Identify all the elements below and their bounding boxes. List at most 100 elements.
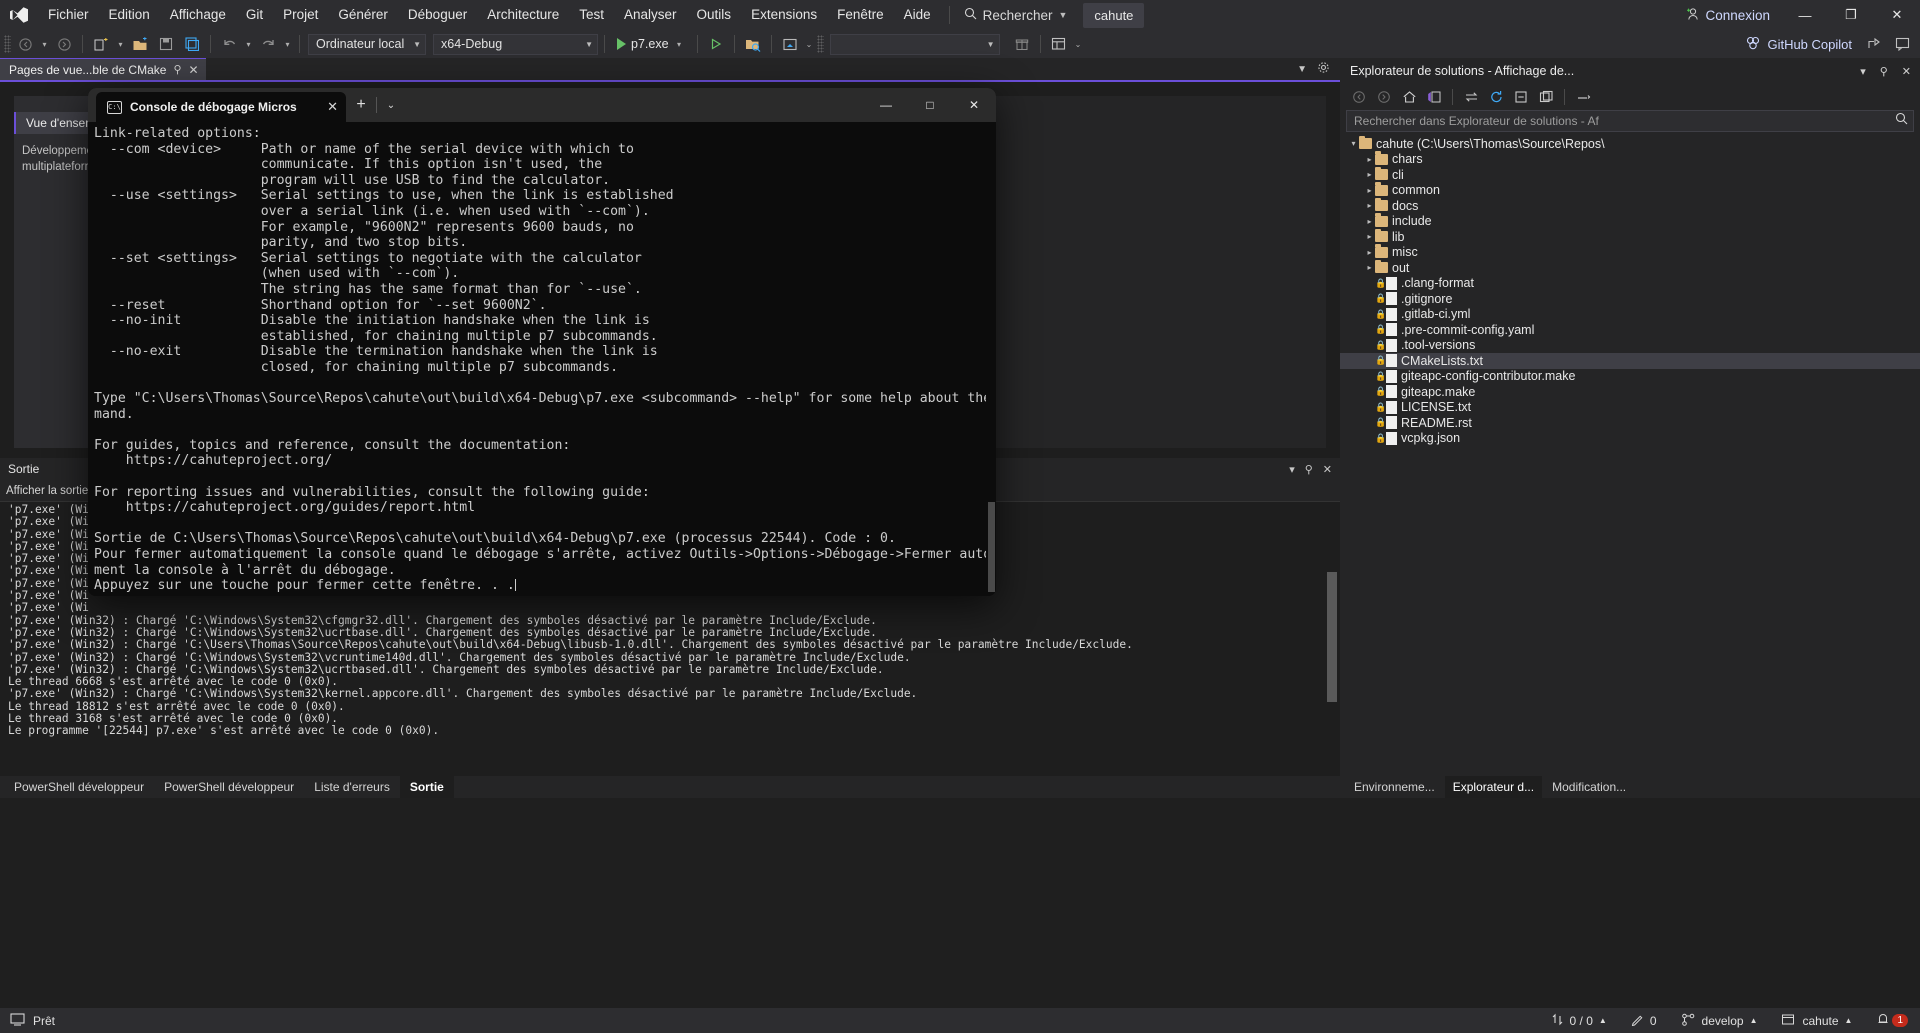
open-file-icon[interactable] bbox=[128, 33, 152, 55]
refresh-icon[interactable] bbox=[1485, 87, 1507, 107]
tree-item[interactable]: 🔒.gitlab-ci.yml bbox=[1340, 307, 1920, 323]
menu-affichage[interactable]: Affichage bbox=[160, 0, 236, 30]
console-tab-dropdown-icon[interactable]: ⌄ bbox=[377, 88, 405, 122]
console-scrollbar-thumb[interactable] bbox=[988, 502, 995, 592]
close-icon[interactable]: ✕ bbox=[1323, 463, 1332, 476]
menu-git[interactable]: Git bbox=[236, 0, 273, 30]
tree-item[interactable]: 🔒giteapc-config-contributor.make bbox=[1340, 369, 1920, 385]
menu-fenetre[interactable]: Fenêtre bbox=[827, 0, 894, 30]
console-tab-close-icon[interactable]: ✕ bbox=[327, 99, 338, 115]
new-folder-icon[interactable] bbox=[1535, 87, 1557, 107]
close-icon[interactable]: ✕ bbox=[189, 63, 199, 77]
solution-chip[interactable]: cahute bbox=[1083, 3, 1144, 28]
tab-explorateur[interactable]: Explorateur d... bbox=[1445, 776, 1542, 798]
statusbar-notifications-item[interactable]: 1 bbox=[1864, 1008, 1920, 1033]
menu-test[interactable]: Test bbox=[569, 0, 614, 30]
gift-icon[interactable] bbox=[1010, 33, 1034, 55]
tab-powershell-developpeur-1[interactable]: PowerShell développeur bbox=[4, 776, 154, 798]
tree-item[interactable]: 🔒giteapc.make bbox=[1340, 384, 1920, 400]
console-minimize-button[interactable]: — bbox=[864, 88, 908, 122]
chevron-right-icon[interactable]: ▸ bbox=[1364, 155, 1375, 164]
solution-explorer-search[interactable] bbox=[1346, 110, 1914, 132]
sync-with-active-document-icon[interactable] bbox=[1460, 87, 1482, 107]
toolbar-search-combo[interactable]: ▼ bbox=[830, 34, 1000, 55]
tree-item[interactable]: ▸include bbox=[1340, 214, 1920, 230]
global-search[interactable]: Rechercher ▼ bbox=[958, 3, 1074, 27]
undo-dropdown-icon[interactable]: ▾ bbox=[243, 40, 254, 49]
menu-extensions[interactable]: Extensions bbox=[741, 0, 827, 30]
share-icon[interactable] bbox=[1862, 33, 1886, 55]
console-body[interactable]: Link-related options: --com <device> Pat… bbox=[88, 122, 996, 596]
output-scrollbar[interactable] bbox=[1324, 502, 1340, 776]
tree-item[interactable]: ▾cahute (C:\Users\Thomas\Source\Repos\ bbox=[1340, 136, 1920, 152]
chevron-right-icon[interactable]: ▸ bbox=[1364, 217, 1375, 226]
tree-item[interactable]: 🔒CMakeLists.txt bbox=[1340, 353, 1920, 369]
redo-dropdown-icon[interactable]: ▾ bbox=[282, 40, 293, 49]
home-icon[interactable] bbox=[1398, 87, 1420, 107]
save-all-icon[interactable] bbox=[180, 33, 204, 55]
toolbar-grip-1[interactable] bbox=[4, 35, 11, 53]
pin-icon[interactable]: ⚲ bbox=[1305, 463, 1313, 476]
chevron-right-icon[interactable]: ▸ bbox=[1364, 232, 1375, 241]
switch-views-icon[interactable] bbox=[1423, 87, 1445, 107]
pin-icon[interactable]: ⚲ bbox=[1877, 65, 1891, 78]
navigate-back-icon[interactable] bbox=[13, 33, 37, 55]
search-icon[interactable] bbox=[1895, 112, 1908, 130]
back-icon[interactable] bbox=[1348, 87, 1370, 107]
chevron-down-icon[interactable]: ▾ bbox=[1348, 139, 1359, 148]
redo-icon[interactable] bbox=[256, 33, 280, 55]
layout-dropdown-icon[interactable]: ⌄ bbox=[1073, 40, 1084, 49]
chevron-right-icon[interactable]: ▸ bbox=[1364, 248, 1375, 257]
new-project-icon[interactable] bbox=[89, 33, 113, 55]
tree-item[interactable]: 🔒LICENSE.txt bbox=[1340, 400, 1920, 416]
tab-sortie[interactable]: Sortie bbox=[400, 776, 454, 798]
window-close-button[interactable]: ✕ bbox=[1874, 0, 1920, 30]
menu-architecture[interactable]: Architecture bbox=[477, 0, 569, 30]
menu-projet[interactable]: Projet bbox=[273, 0, 328, 30]
gear-icon[interactable] bbox=[1317, 61, 1330, 77]
tab-environnement[interactable]: Environneme... bbox=[1346, 776, 1443, 798]
menu-edition[interactable]: Edition bbox=[99, 0, 160, 30]
tree-item[interactable]: ▸cli bbox=[1340, 167, 1920, 183]
tab-liste-erreurs[interactable]: Liste d'erreurs bbox=[304, 776, 400, 798]
output-scrollbar-thumb[interactable] bbox=[1327, 572, 1337, 702]
toolbar-grip-2[interactable] bbox=[817, 35, 824, 53]
github-copilot-button[interactable]: GitHub Copilot bbox=[1739, 36, 1858, 53]
tree-item[interactable]: 🔒.pre-commit-config.yaml bbox=[1340, 322, 1920, 338]
chevron-right-icon[interactable]: ▸ bbox=[1364, 263, 1375, 272]
toolbar-overflow-icon[interactable]: ⌄ bbox=[804, 40, 815, 49]
document-tab-cmake-settings[interactable]: Pages de vue...ble de CMake ⚲ ✕ bbox=[0, 58, 206, 80]
solution-explorer-search-input[interactable] bbox=[1354, 114, 1895, 128]
navigate-back-dropdown-icon[interactable]: ▾ bbox=[39, 40, 50, 49]
connexion-button[interactable]: Connexion bbox=[1673, 0, 1782, 30]
menu-outils[interactable]: Outils bbox=[687, 0, 742, 30]
tab-powershell-developpeur-2[interactable]: PowerShell développeur bbox=[154, 776, 304, 798]
tree-item[interactable]: 🔒.gitignore bbox=[1340, 291, 1920, 307]
tree-item[interactable]: 🔒vcpkg.json bbox=[1340, 431, 1920, 447]
save-icon[interactable] bbox=[154, 33, 178, 55]
menu-deboguer[interactable]: Déboguer bbox=[398, 0, 477, 30]
chevron-down-icon[interactable]: ▾ bbox=[1857, 65, 1869, 78]
pin-icon[interactable]: ⚲ bbox=[173, 63, 181, 76]
layout-window-icon[interactable] bbox=[1047, 33, 1071, 55]
tab-list-dropdown-icon[interactable]: ▼ bbox=[1297, 64, 1307, 75]
tree-item[interactable]: 🔒.tool-versions bbox=[1340, 338, 1920, 354]
chevron-right-icon[interactable]: ▸ bbox=[1364, 186, 1375, 195]
tree-item[interactable]: 🔒.clang-format bbox=[1340, 276, 1920, 292]
debug-target-combo[interactable]: Ordinateur local ▼ bbox=[308, 34, 426, 55]
solution-explorer-home-icon[interactable] bbox=[778, 33, 802, 55]
tree-item[interactable]: ▸lib bbox=[1340, 229, 1920, 245]
tree-item[interactable]: ▸misc bbox=[1340, 245, 1920, 261]
menu-fichier[interactable]: Fichier bbox=[38, 0, 99, 30]
solution-explorer-tree[interactable]: ▾cahute (C:\Users\Thomas\Source\Repos\ ▸c… bbox=[1340, 136, 1920, 446]
start-without-debugging-icon[interactable] bbox=[704, 33, 728, 55]
show-all-files-icon[interactable] bbox=[741, 33, 765, 55]
chevron-down-icon[interactable]: ▾ bbox=[1289, 463, 1295, 476]
tree-item[interactable]: ▸common bbox=[1340, 183, 1920, 199]
forward-icon[interactable] bbox=[1373, 87, 1395, 107]
statusbar-errors-item[interactable]: 0 bbox=[1619, 1008, 1669, 1033]
tree-item[interactable]: ▸out bbox=[1340, 260, 1920, 276]
tree-item[interactable]: ▸docs bbox=[1340, 198, 1920, 214]
build-config-combo[interactable]: x64-Debug ▼ bbox=[433, 34, 598, 55]
statusbar-branch-item[interactable]: develop ▲ bbox=[1669, 1008, 1770, 1033]
